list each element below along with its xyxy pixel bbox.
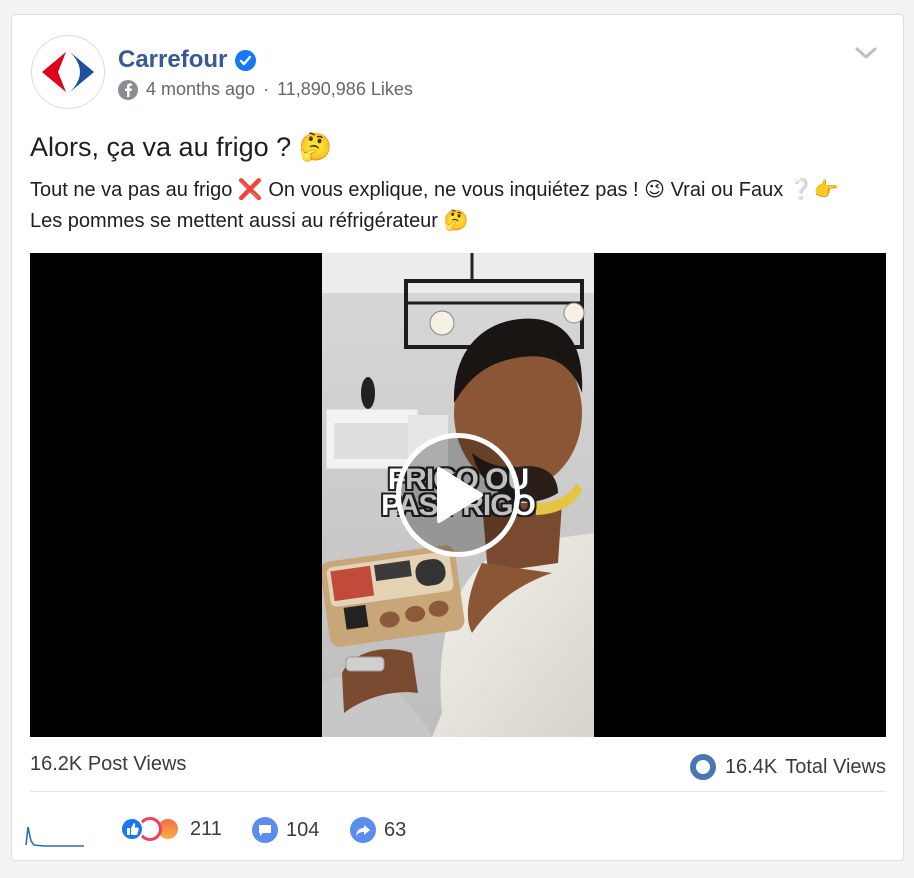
engagement-bar: 211 104 63 <box>24 815 884 851</box>
divider <box>30 791 886 792</box>
share-icon <box>350 817 376 843</box>
reactions[interactable]: 211 <box>120 817 222 841</box>
comment-icon <box>252 817 278 843</box>
donut-chart-icon <box>689 754 716 780</box>
total-views-value: 16.4K <box>724 755 778 778</box>
play-button[interactable] <box>396 433 520 557</box>
shares[interactable]: 63 <box>350 817 406 843</box>
meta-separator: · <box>263 79 270 99</box>
post-card: Carrefour 4 months ago · 11,890,986 Like… <box>11 14 904 861</box>
reaction-icons <box>120 817 180 841</box>
video-player[interactable]: FRIGO OU PAS FRIGO <box>30 253 886 737</box>
page-likes: 11,890,986 Likes <box>277 79 413 99</box>
comments-count: 104 <box>286 818 320 841</box>
post-views: 16.2K Post Views <box>30 753 187 775</box>
chevron-down-icon[interactable] <box>854 41 878 65</box>
like-reaction-icon <box>120 817 144 841</box>
reactions-count: 211 <box>190 817 222 840</box>
page-name[interactable]: Carrefour <box>118 46 227 74</box>
shares-count: 63 <box>384 818 407 841</box>
total-views[interactable]: 16.4K Total Views <box>689 753 886 781</box>
post-text: Tout ne va pas au frigo ❌ On vous expliq… <box>30 179 839 232</box>
verified-badge-icon <box>235 49 257 71</box>
post-time[interactable]: 4 months ago <box>146 79 255 100</box>
play-icon <box>437 467 483 523</box>
views-row: 16.2K Post Views 16.4K Total Views <box>30 753 886 793</box>
views-sparkline-icon <box>25 826 84 847</box>
carrefour-logo <box>42 52 94 92</box>
comments[interactable]: 104 <box>252 817 319 843</box>
post-title: Alors, ça va au frigo ? 🤔 <box>30 132 333 162</box>
page-avatar[interactable] <box>31 35 105 109</box>
page-name-link[interactable]: Carrefour <box>118 46 257 74</box>
facebook-icon <box>118 79 138 100</box>
total-views-label: Total Views <box>785 755 886 778</box>
post-meta: 4 months ago · 11,890,986 Likes <box>118 79 413 100</box>
